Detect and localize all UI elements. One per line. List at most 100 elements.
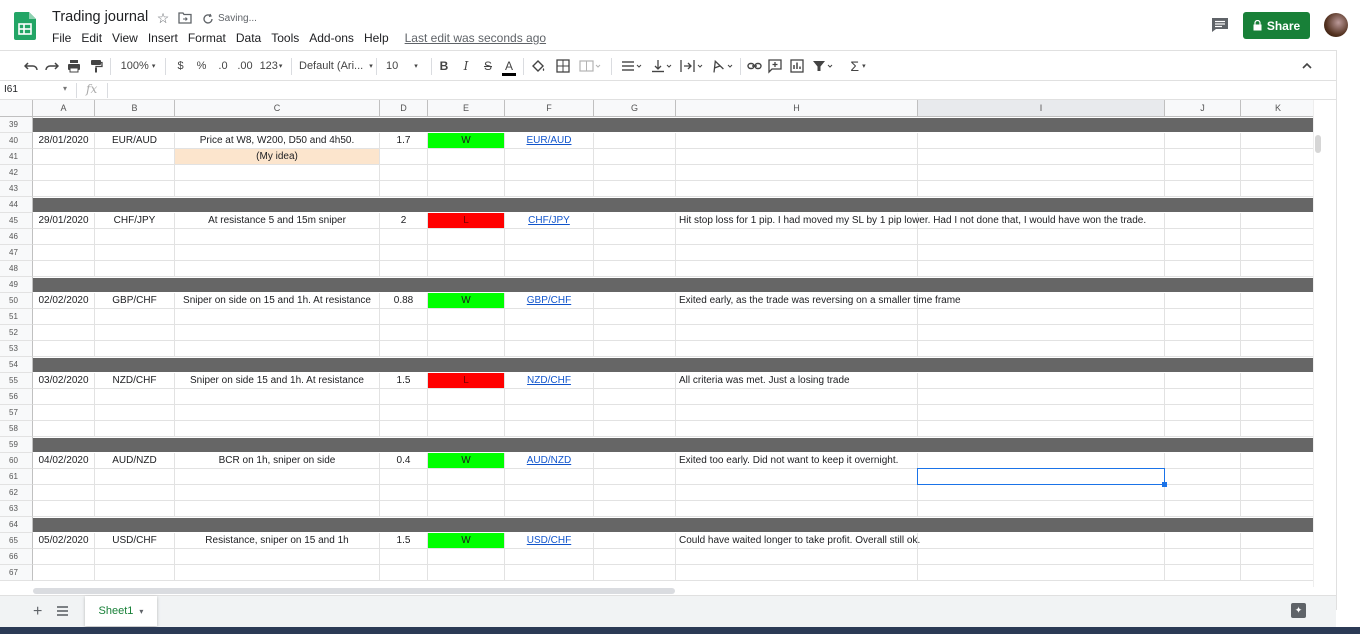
grid-cell[interactable] — [175, 469, 380, 485]
merge-cells-icon[interactable] — [579, 58, 601, 74]
grid-cell[interactable] — [1165, 453, 1241, 469]
decrease-decimal-button[interactable]: .0 — [215, 58, 231, 74]
row-header[interactable]: 55 — [0, 373, 33, 389]
grid-cell[interactable] — [380, 485, 428, 501]
grid-cell[interactable] — [1165, 133, 1241, 149]
row-header[interactable]: 53 — [0, 341, 33, 357]
grid-cell[interactable] — [1165, 533, 1241, 549]
grid-cell[interactable] — [676, 421, 918, 437]
grid-cell[interactable] — [428, 325, 505, 341]
grid-cell[interactable] — [594, 245, 676, 261]
grid-cell[interactable] — [1241, 469, 1313, 485]
grid-cell[interactable] — [676, 309, 918, 325]
grid-cell[interactable] — [1165, 565, 1241, 581]
grid-cell[interactable] — [428, 549, 505, 565]
grid-cell[interactable] — [380, 181, 428, 197]
result-cell[interactable]: W — [428, 293, 505, 309]
row-header[interactable]: 41 — [0, 149, 33, 165]
row-header[interactable]: 59 — [0, 437, 33, 453]
grid-cell[interactable] — [428, 469, 505, 485]
grid-cell[interactable] — [1241, 293, 1313, 309]
grid-cell[interactable] — [1241, 261, 1313, 277]
row-header[interactable]: 40 — [0, 133, 33, 149]
grid-cell[interactable] — [380, 469, 428, 485]
percent-format-button[interactable]: % — [196, 58, 207, 74]
chart-link[interactable]: EUR/AUD — [526, 135, 571, 146]
chart-link-cell[interactable]: NZD/CHF — [505, 373, 594, 389]
grid-cell[interactable] — [594, 309, 676, 325]
grid-cell[interactable] — [676, 341, 918, 357]
grid-cell[interactable] — [918, 389, 1165, 405]
grid-cell[interactable] — [175, 389, 380, 405]
grid-cell[interactable] — [380, 565, 428, 581]
grid-cell[interactable] — [676, 229, 918, 245]
row-header[interactable]: 44 — [0, 197, 33, 213]
result-cell[interactable]: W — [428, 453, 505, 469]
column-header-h[interactable]: H — [676, 100, 918, 117]
setup-cell[interactable]: Sniper on side 15 and 1h. At resistance — [175, 373, 380, 389]
row-header[interactable]: 50 — [0, 293, 33, 309]
grid-cell[interactable] — [1165, 341, 1241, 357]
column-header-c[interactable]: C — [175, 100, 380, 117]
grid-cell[interactable] — [95, 501, 175, 517]
grid-cell[interactable] — [380, 149, 428, 165]
grid-cell[interactable] — [1165, 325, 1241, 341]
share-button[interactable]: Share — [1243, 12, 1310, 39]
grid-cell[interactable] — [95, 165, 175, 181]
grid-cell[interactable] — [594, 501, 676, 517]
zoom-select[interactable]: 100% ▾ — [120, 58, 156, 74]
grid-cell[interactable] — [505, 261, 594, 277]
row-header[interactable]: 51 — [0, 309, 33, 325]
grid-cell[interactable] — [33, 229, 95, 245]
grid-cell[interactable] — [33, 341, 95, 357]
menu-file[interactable]: File — [52, 31, 71, 45]
grid-cell[interactable] — [1165, 261, 1241, 277]
grid-cell[interactable] — [594, 181, 676, 197]
row-header[interactable]: 45 — [0, 213, 33, 229]
row-header[interactable]: 67 — [0, 565, 33, 581]
grid-cell[interactable] — [1241, 149, 1313, 165]
pair-cell[interactable]: GBP/CHF — [95, 293, 175, 309]
row-header[interactable]: 63 — [0, 501, 33, 517]
grid-cell[interactable] — [380, 341, 428, 357]
grid-cell[interactable] — [428, 149, 505, 165]
pair-cell[interactable]: USD/CHF — [95, 533, 175, 549]
row-header[interactable]: 42 — [0, 165, 33, 181]
grid-cell[interactable] — [594, 133, 676, 149]
grid-cell[interactable] — [1241, 245, 1313, 261]
vertical-align-icon[interactable] — [651, 58, 673, 74]
grid-cell[interactable] — [505, 229, 594, 245]
column-header-g[interactable]: G — [594, 100, 676, 117]
setup-cell[interactable]: Sniper on side on 15 and 1h. At resistan… — [175, 293, 380, 309]
result-cell[interactable]: W — [428, 533, 505, 549]
grid-cell[interactable] — [918, 261, 1165, 277]
chart-link[interactable]: USD/CHF — [527, 535, 571, 546]
column-header-d[interactable]: D — [380, 100, 428, 117]
grid-cell[interactable] — [505, 405, 594, 421]
undo-icon[interactable] — [24, 58, 38, 74]
grid-cell[interactable] — [505, 565, 594, 581]
risk-reward-cell[interactable]: 1.7 — [380, 133, 428, 149]
column-header-b[interactable]: B — [95, 100, 175, 117]
column-header-k[interactable]: K — [1241, 100, 1313, 117]
insert-chart-icon[interactable] — [790, 58, 804, 74]
grid-cell[interactable] — [918, 533, 1165, 549]
grid-cell[interactable] — [1241, 373, 1313, 389]
chart-link-cell[interactable]: CHF/JPY — [505, 213, 594, 229]
grid-cell[interactable] — [918, 421, 1165, 437]
collapse-toolbar-icon[interactable] — [1300, 58, 1314, 74]
grid-cell[interactable] — [594, 149, 676, 165]
row-header[interactable]: 47 — [0, 245, 33, 261]
all-sheets-icon[interactable] — [57, 606, 68, 616]
grid-cell[interactable] — [380, 501, 428, 517]
grid-cell[interactable] — [676, 245, 918, 261]
grid-cell[interactable] — [676, 165, 918, 181]
date-cell[interactable]: 28/01/2020 — [33, 133, 95, 149]
notes-cell[interactable]: All criteria was met. Just a losing trad… — [676, 373, 918, 389]
grid-cell[interactable] — [380, 309, 428, 325]
pair-cell[interactable]: NZD/CHF — [95, 373, 175, 389]
grid-cell[interactable] — [1241, 501, 1313, 517]
grid-cell[interactable] — [95, 341, 175, 357]
grid-cell[interactable] — [95, 565, 175, 581]
idea-note-cell[interactable]: (My idea) — [175, 149, 380, 165]
